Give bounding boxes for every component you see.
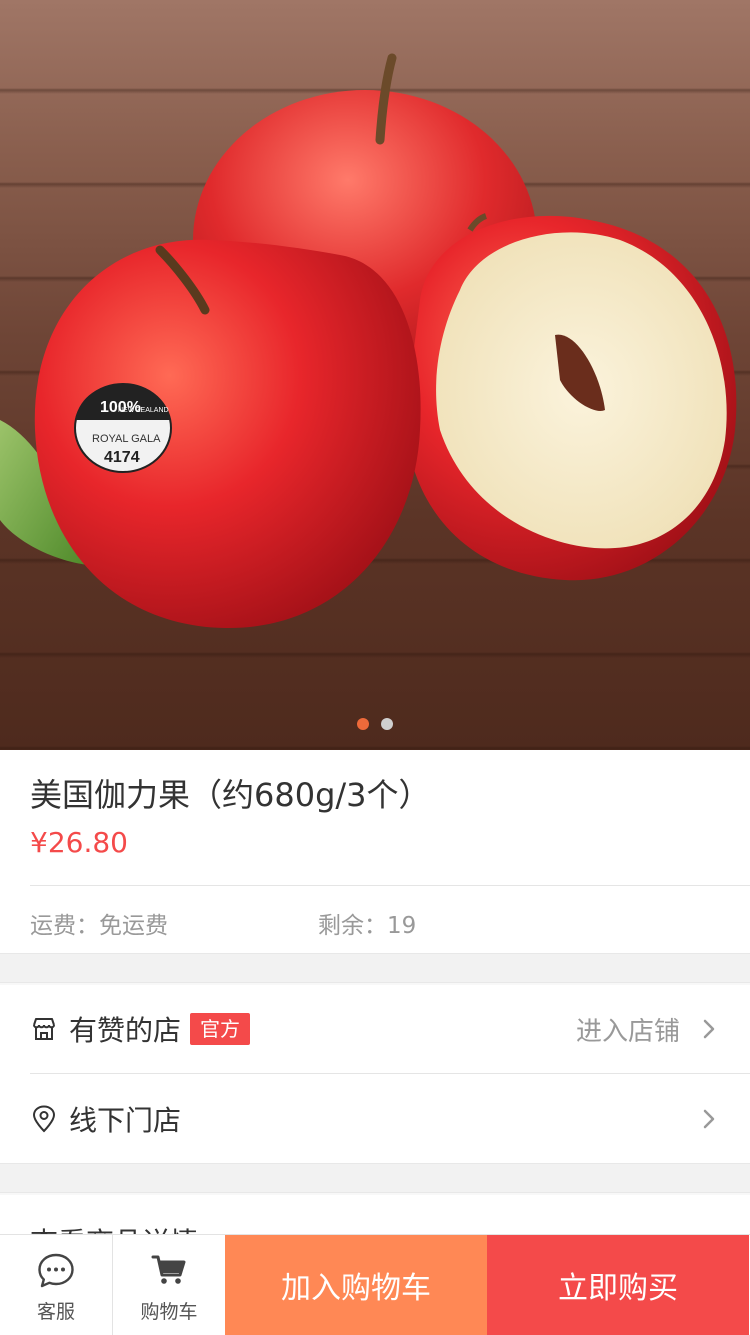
cart-button[interactable]: 购物车 [112, 1235, 225, 1335]
store-icon [30, 1015, 58, 1043]
store-section: 有赞的店 官方 进入店铺 线下门店 [0, 985, 750, 1163]
product-title: 美国伽力果（约680g/3个） [30, 776, 431, 814]
sticker-text-3: 4174 [104, 449, 140, 466]
carousel-dot[interactable] [381, 718, 393, 730]
product-image: 100% ROYAL GALA 4174 NEW ZEALAND [0, 53, 737, 629]
customer-service-label: 客服 [36, 1301, 75, 1323]
cart-label: 购物车 [140, 1301, 198, 1323]
shopping-cart-icon [151, 1255, 186, 1284]
official-badge: 官方 [190, 1013, 250, 1045]
bottom-action-bar: 客服 购物车 加入购物车 立即购买 [0, 1234, 750, 1335]
stock-remaining: 剩余：19 [318, 913, 417, 939]
carousel-dot-active[interactable] [357, 718, 369, 730]
carousel-indicator [0, 718, 750, 730]
divider [30, 1073, 750, 1074]
section-gap [0, 953, 750, 983]
customer-service-button[interactable]: 客服 [0, 1235, 112, 1335]
add-to-cart-button[interactable]: 加入购物车 [225, 1235, 487, 1335]
shipping-fee: 运费：免运费 [30, 913, 168, 939]
sticker-text-4: NEW ZEALAND [118, 407, 169, 414]
product-meta: 运费：免运费 剩余：19 [30, 906, 416, 940]
chevron-right-icon [703, 1019, 715, 1039]
store-row[interactable]: 有赞的店 官方 进入店铺 [0, 985, 750, 1074]
chat-bubble-icon [38, 1253, 74, 1288]
product-info: 美国伽力果（约680g/3个） ¥26.80 运费：免运费 剩余：19 [0, 750, 750, 953]
product-image-carousel[interactable]: 100% ROYAL GALA 4174 NEW ZEALAND [0, 0, 750, 750]
offline-store-label: 线下门店 [69, 1104, 182, 1137]
offline-store-row[interactable]: 线下门店 [0, 1075, 750, 1163]
store-name: 有赞的店 [69, 1014, 182, 1047]
enter-store-link[interactable]: 进入店铺 [576, 1011, 680, 1048]
buy-now-button[interactable]: 立即购买 [487, 1235, 749, 1335]
location-pin-icon [30, 1105, 58, 1133]
chevron-right-icon [703, 1109, 715, 1129]
section-gap [0, 1163, 750, 1193]
sticker-text-2: ROYAL GALA [92, 433, 161, 445]
product-price: ¥26.80 [30, 826, 128, 859]
divider [30, 885, 750, 886]
